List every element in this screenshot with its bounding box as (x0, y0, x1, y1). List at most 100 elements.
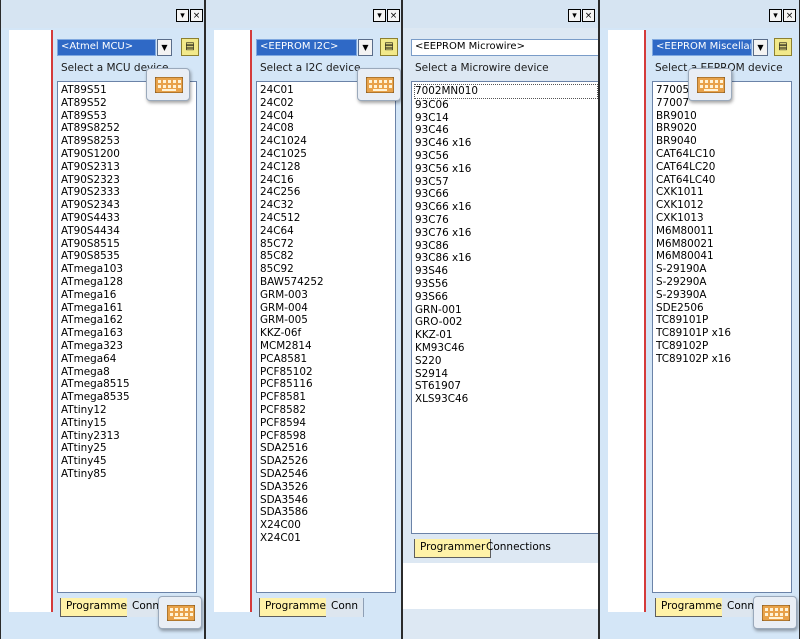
tab-connections[interactable]: Conn (326, 598, 365, 617)
device-list-item[interactable]: SDA3586 (260, 506, 395, 519)
device-list-item[interactable]: CXK1012 (656, 199, 791, 212)
pin-button[interactable]: ▾ (176, 9, 189, 22)
device-list[interactable]: 77005 77007 BR9010 BR9020 BR9040 CAT64LC10 CAT… (652, 81, 792, 593)
device-list-item[interactable]: PCF8581 (260, 391, 395, 404)
device-list-item[interactable]: AT90S2343 (61, 199, 196, 212)
device-list-item[interactable]: ST61907 (415, 380, 598, 393)
device-list-item[interactable]: PCF8594 (260, 417, 395, 430)
device-list-item[interactable]: SDA3526 (260, 481, 395, 494)
device-list-item[interactable]: 93C46 x16 (415, 137, 598, 150)
device-list-item[interactable]: GRM-004 (260, 302, 395, 315)
device-list-item[interactable]: CAT64LC40 (656, 174, 791, 187)
device-list-item[interactable]: 24C256 (260, 186, 395, 199)
device-list-item[interactable]: TC89102P x16 (656, 353, 791, 366)
device-list-item[interactable]: AT90S2313 (61, 161, 196, 174)
device-list-item[interactable]: ATmega162 (61, 314, 196, 327)
device-list-item[interactable]: CAT64LC10 (656, 148, 791, 161)
close-button[interactable]: × (582, 9, 595, 22)
device-list-item[interactable]: CXK1011 (656, 186, 791, 199)
folder-icon[interactable]: ▤ (181, 38, 199, 56)
chevron-down-icon[interactable]: ▼ (753, 39, 768, 56)
device-family-select[interactable]: <Atmel MCU> (57, 39, 156, 56)
device-list-item[interactable]: CAT64LC20 (656, 161, 791, 174)
device-list-item[interactable]: 93C46 (415, 124, 598, 137)
device-list-item[interactable]: BR9020 (656, 122, 791, 135)
device-list-item[interactable]: CXK1013 (656, 212, 791, 225)
tab-programmer[interactable]: Programmer (414, 539, 492, 558)
device-list-item[interactable]: AT90S2323 (61, 174, 196, 187)
device-list-item[interactable]: 93C56 x16 (415, 163, 598, 176)
keyboard-icon[interactable] (158, 596, 202, 629)
keyboard-icon[interactable] (753, 596, 797, 629)
device-list-item[interactable]: ATmega8535 (61, 391, 196, 404)
device-list-item[interactable]: TC89101P (656, 314, 791, 327)
pin-button[interactable]: ▾ (769, 9, 782, 22)
device-list[interactable]: 7002MN010 93C06 93C14 93C46 93C46 x16 93C56 93… (411, 81, 598, 534)
device-list-item[interactable]: PCA8581 (260, 353, 395, 366)
device-list-item[interactable]: ATmega64 (61, 353, 196, 366)
device-list-item[interactable]: AT90S4433 (61, 212, 196, 225)
close-button[interactable]: × (387, 9, 400, 22)
device-list-item[interactable]: ATmega323 (61, 340, 196, 353)
device-list-item[interactable]: AT89S53 (61, 110, 196, 123)
close-button[interactable]: × (190, 9, 203, 22)
device-list-item[interactable]: AT89S8253 (61, 135, 196, 148)
device-list-item[interactable]: 93S46 (415, 265, 598, 278)
device-list-item[interactable]: SDE2506 (656, 302, 791, 315)
device-list-item[interactable]: 93C86 (415, 240, 598, 253)
tab-programmer[interactable]: Programmer (259, 598, 337, 617)
device-list-item[interactable]: ATmega161 (61, 302, 196, 315)
device-list-item[interactable]: X24C01 (260, 532, 395, 545)
device-list-item[interactable]: AT90S4434 (61, 225, 196, 238)
keyboard-icon[interactable] (146, 68, 190, 101)
device-list-item[interactable]: KKZ-06f (260, 327, 395, 340)
device-list-item[interactable]: 24C64 (260, 225, 395, 238)
device-family-select[interactable]: <EEPROM Miscellar (652, 39, 752, 56)
device-list-item[interactable]: TC89102P (656, 340, 791, 353)
device-list-item[interactable]: 93C86 x16 (415, 252, 598, 265)
device-list-item[interactable]: 7002MN010 (414, 84, 598, 99)
device-list-item[interactable]: ATtiny15 (61, 417, 196, 430)
device-list-item[interactable]: 93C66 x16 (415, 201, 598, 214)
device-list-item[interactable]: ATmega16 (61, 289, 196, 302)
device-list-item[interactable]: ATmega128 (61, 276, 196, 289)
device-list-item[interactable]: XLS93C46 (415, 393, 598, 406)
device-list-item[interactable]: PCF8598 (260, 430, 395, 443)
device-list-item[interactable]: M6M80021 (656, 238, 791, 251)
folder-icon[interactable]: ▤ (774, 38, 792, 56)
device-list-item[interactable]: 24C1024 (260, 135, 395, 148)
device-list-item[interactable]: PCF85102 (260, 366, 395, 379)
tab-programmer[interactable]: Programmer (655, 598, 733, 617)
device-list-item[interactable]: KKZ-01 (415, 329, 598, 342)
device-list-item[interactable]: ATtiny12 (61, 404, 196, 417)
device-list-item[interactable]: BR9010 (656, 110, 791, 123)
close-button[interactable]: × (783, 9, 796, 22)
device-list-item[interactable]: 24C16 (260, 174, 395, 187)
device-list-item[interactable]: ATtiny25 (61, 442, 196, 455)
device-list-item[interactable]: 24C512 (260, 212, 395, 225)
device-list-item[interactable]: 24C32 (260, 199, 395, 212)
device-list-item[interactable]: 85C82 (260, 250, 395, 263)
device-list-item[interactable]: ATtiny85 (61, 468, 196, 481)
chevron-down-icon[interactable]: ▼ (358, 39, 373, 56)
device-list-item[interactable]: 85C92 (260, 263, 395, 276)
device-list-item[interactable]: M6M80011 (656, 225, 791, 238)
device-list-item[interactable]: 24C1025 (260, 148, 395, 161)
device-list-item[interactable]: 93C06 (415, 99, 598, 112)
device-list-item[interactable]: ATmega8515 (61, 378, 196, 391)
device-list-item[interactable]: 93C14 (415, 112, 598, 125)
device-list-item[interactable]: ATmega163 (61, 327, 196, 340)
device-list-item[interactable]: BR9040 (656, 135, 791, 148)
device-list-item[interactable]: X24C00 (260, 519, 395, 532)
device-family-select[interactable]: <EEPROM I2C> (256, 39, 357, 56)
device-list-item[interactable]: GRN-001 (415, 304, 598, 317)
device-list-item[interactable]: 93C66 (415, 188, 598, 201)
device-list-item[interactable]: GRM-005 (260, 314, 395, 327)
device-list[interactable]: 24C01 24C02 24C04 24C08 24C1024 24C1025 24C128… (256, 81, 396, 593)
device-list-item[interactable]: 93C76 x16 (415, 227, 598, 240)
device-list-item[interactable]: SDA2546 (260, 468, 395, 481)
device-list-item[interactable]: SDA2516 (260, 442, 395, 455)
device-list-item[interactable]: ATmega8 (61, 366, 196, 379)
device-list-item[interactable]: MCM2814 (260, 340, 395, 353)
device-list-item[interactable]: AT89S8252 (61, 122, 196, 135)
